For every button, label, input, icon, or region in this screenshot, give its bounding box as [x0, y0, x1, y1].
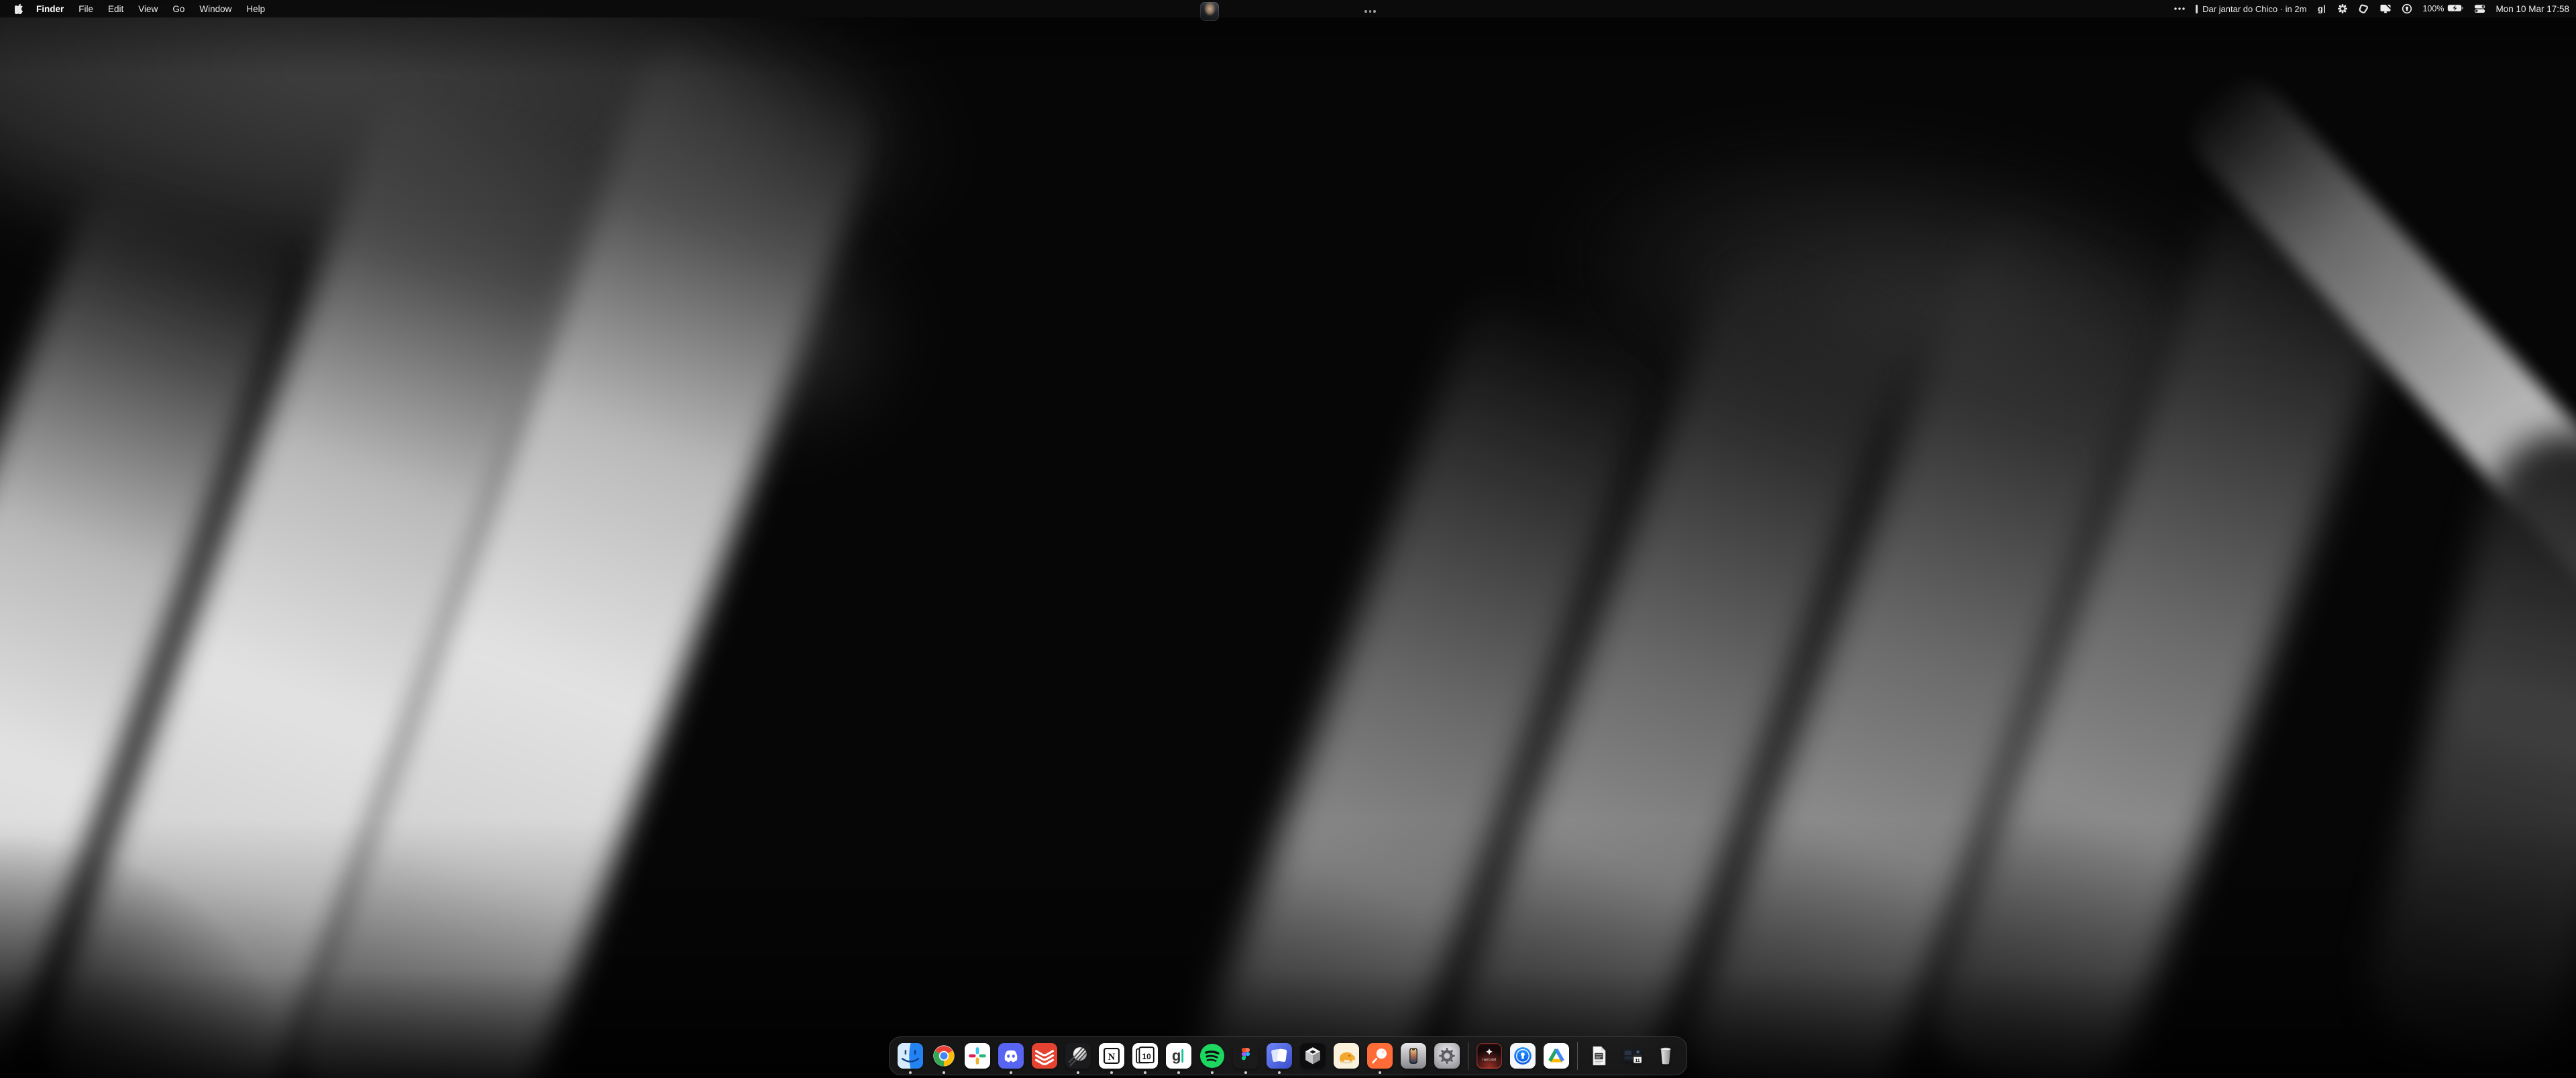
running-indicator	[1211, 1071, 1214, 1074]
dock-trash-icon[interactable]	[1653, 1043, 1678, 1069]
running-indicator	[1278, 1071, 1281, 1074]
dock-figma-icon[interactable]	[1233, 1043, 1258, 1069]
svg-text:g: g	[2318, 4, 2323, 14]
dock: N 10 g raycast 11	[889, 1036, 1687, 1075]
svg-text:raycast: raycast	[1483, 1058, 1497, 1062]
dock-divider	[1577, 1042, 1578, 1070]
svg-text:g: g	[1172, 1047, 1181, 1064]
running-indicator	[1110, 1071, 1113, 1074]
dock-linear-icon[interactable]	[1065, 1043, 1091, 1069]
menu-app-finder[interactable]: Finder	[29, 4, 71, 14]
event-indicator-bar	[2196, 5, 2198, 13]
dock-slack-icon[interactable]	[965, 1043, 990, 1069]
dock-iphone-mirroring-icon[interactable]	[1401, 1043, 1426, 1069]
notch-album-art[interactable]	[1200, 2, 1219, 21]
battery-icon	[2447, 3, 2464, 15]
status-1password-icon[interactable]	[2402, 3, 2412, 14]
dock-system-settings-icon[interactable]	[1434, 1043, 1460, 1069]
dock-finder-icon[interactable]	[898, 1043, 923, 1069]
menu-view[interactable]: View	[131, 4, 165, 14]
audio-dot	[1364, 10, 1367, 13]
status-pick-icon[interactable]	[2358, 3, 2369, 14]
running-indicator	[1379, 1071, 1381, 1074]
dock-notion-calendar-icon[interactable]: 10	[1132, 1043, 1158, 1069]
status-sparkle-icon[interactable]	[2337, 3, 2348, 14]
wallpaper-shape	[2355, 415, 2576, 1078]
menubar-overflow-icon[interactable]	[2174, 3, 2186, 14]
dock-notion-icon[interactable]: N	[1099, 1043, 1124, 1069]
running-indicator	[1144, 1071, 1146, 1074]
menu-go[interactable]: Go	[165, 4, 192, 14]
menu-bar: Finder FileEditViewGoWindowHelp Dar jant…	[0, 0, 2576, 17]
audio-dot	[1369, 10, 1372, 13]
dock-google-drive-icon[interactable]	[1544, 1043, 1569, 1069]
svg-text:N: N	[1108, 1052, 1116, 1063]
dock-paste-icon[interactable]	[1267, 1043, 1292, 1069]
running-indicator	[909, 1071, 912, 1074]
desktop-wallpaper	[0, 0, 2576, 1078]
menu-edit[interactable]: Edit	[101, 4, 131, 14]
dock-document-file-icon[interactable]	[1586, 1043, 1611, 1069]
apple-menu-icon[interactable]	[15, 3, 23, 14]
running-indicator	[1010, 1071, 1012, 1074]
menubar-clock[interactable]: Mon 10 Mar 17:58	[2496, 4, 2569, 14]
running-indicator	[1077, 1071, 1079, 1074]
menubar-event-widget[interactable]: Dar jantar do Chico · in 2m	[2196, 4, 2306, 14]
svg-text:11: 11	[1635, 1059, 1640, 1063]
dock-cube-3d-icon[interactable]	[1300, 1043, 1326, 1069]
running-indicator	[943, 1071, 945, 1074]
battery-status[interactable]: 100%	[2422, 3, 2464, 15]
battery-percent: 100%	[2422, 4, 2444, 13]
dock-spotify-icon[interactable]	[1199, 1043, 1225, 1069]
dock-screenshot-file-icon[interactable]: 11	[1619, 1043, 1645, 1069]
dock-grammarly-icon[interactable]: g	[1166, 1043, 1191, 1069]
running-indicator	[1177, 1071, 1180, 1074]
status-grammarly-menu-icon[interactable]: g	[2316, 3, 2327, 14]
dock-chrome-icon[interactable]	[931, 1043, 957, 1069]
dock-todoist-icon[interactable]	[1032, 1043, 1057, 1069]
event-text: Dar jantar do Chico · in 2m	[2202, 4, 2306, 14]
menu-help[interactable]: Help	[239, 4, 272, 14]
status-display-icon[interactable]	[2379, 3, 2392, 14]
dock-raycast-icon[interactable]: raycast	[1477, 1043, 1502, 1069]
dock-1password-icon[interactable]	[1510, 1043, 1536, 1069]
dock-discord-icon[interactable]	[998, 1043, 1024, 1069]
notch-audio-indicator[interactable]	[1364, 10, 1376, 13]
control-center-icon[interactable]	[2474, 3, 2485, 14]
svg-text:10: 10	[1142, 1052, 1151, 1061]
audio-dot	[1373, 10, 1376, 13]
dock-postico-icon[interactable]	[1334, 1043, 1359, 1069]
menu-file[interactable]: File	[71, 4, 101, 14]
menu-window[interactable]: Window	[192, 4, 239, 14]
dock-postman-icon[interactable]	[1367, 1043, 1393, 1069]
running-indicator	[1244, 1071, 1247, 1074]
